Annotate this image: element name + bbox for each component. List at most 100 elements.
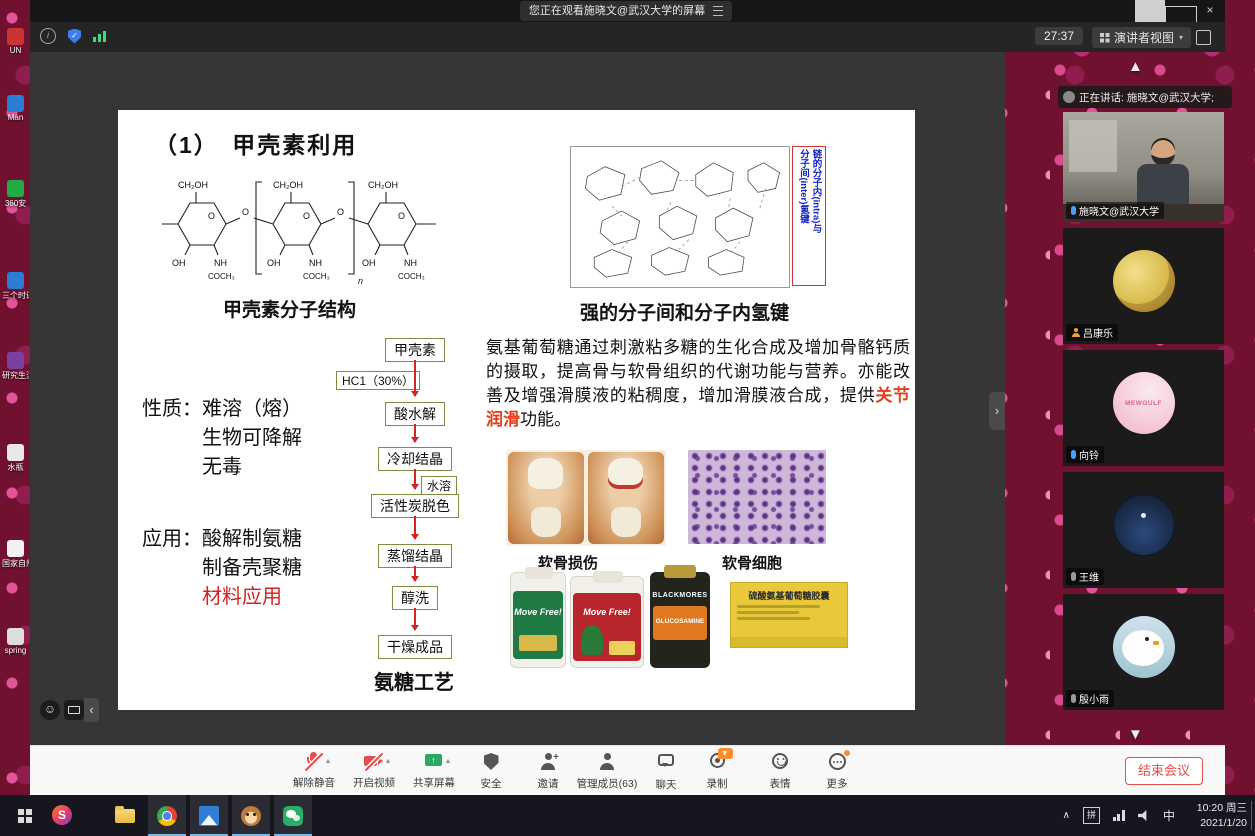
participant-tile[interactable]: 王维	[1063, 472, 1224, 588]
desktop-icon-glyph	[7, 540, 24, 557]
show-desktop-button[interactable]	[1251, 801, 1255, 830]
meeting-toolbar-top: i ✓ 27:37 演讲者视图 ▾	[30, 22, 1225, 52]
view-mode-label: 演讲者视图	[1114, 29, 1174, 46]
desktop-icon[interactable]: 国家自然	[2, 540, 29, 569]
reactions-label: 表情	[758, 776, 802, 791]
hbond-vertical-text-2: 分子间(inter)氢键	[798, 149, 808, 283]
taskbar-file-explorer[interactable]	[106, 795, 144, 836]
volume-icon[interactable]	[1138, 810, 1150, 821]
svg-text:CH₂OH: CH₂OH	[368, 180, 398, 190]
manage-members-button[interactable]: 管理成员(63)	[568, 752, 646, 791]
minimize-button[interactable]	[1135, 0, 1165, 22]
svg-text:COCH₃: COCH₃	[303, 272, 330, 281]
chevron-up-icon[interactable]: ▴	[326, 756, 330, 765]
network-signal-icon[interactable]	[93, 30, 106, 42]
share-screen-button[interactable]: ↑▴ 共享屏幕	[404, 752, 464, 790]
desktop-icon-glyph	[7, 628, 24, 645]
glucosamine-text: GLUCOSAMINE	[653, 618, 707, 625]
more-dots-icon	[829, 753, 846, 770]
knee-damaged-illustration	[588, 452, 664, 544]
security-shield-icon[interactable]: ✓	[68, 29, 81, 44]
chevron-up-icon[interactable]: ▴	[386, 756, 390, 765]
reactions-button[interactable]: 表情	[758, 752, 802, 791]
applications-line3: 材料应用	[202, 580, 282, 609]
start-button[interactable]	[0, 795, 44, 836]
properties-line1: 性质：难溶（熔）	[142, 392, 302, 421]
end-meeting-button[interactable]: 结束会议	[1125, 757, 1203, 785]
person-icon	[599, 753, 615, 771]
flow-arrow	[414, 360, 416, 396]
participant-tile[interactable]: MEWGULF 向铃	[1063, 350, 1224, 466]
taskbar-wechat[interactable]	[274, 795, 312, 836]
menu-icon[interactable]	[713, 6, 723, 16]
speaker-head	[1151, 140, 1175, 166]
taskbar-chrome[interactable]	[148, 795, 186, 836]
flow-step: 干燥成品	[378, 635, 452, 659]
maximize-button[interactable]	[1165, 0, 1195, 22]
participant-tile[interactable]: 殷小雨	[1063, 594, 1224, 710]
desktop-icon[interactable]: 研究生注	[2, 352, 29, 381]
participant-tile[interactable]: 吕康乐	[1063, 228, 1224, 344]
avatar	[1113, 250, 1175, 312]
panel-toggle-chevron[interactable]: ›	[989, 392, 1005, 430]
applications-line2: 制备壳聚糖	[202, 551, 302, 580]
view-mode-button[interactable]: 演讲者视图 ▾	[1092, 27, 1191, 48]
desktop-icon-label: 水瓶	[2, 462, 29, 473]
flow-solvent: 水溶	[421, 476, 457, 495]
bottle-label: Move Free!	[573, 593, 641, 661]
desktop-icon[interactable]: Man	[2, 95, 29, 122]
participant-name: 施晓文@武汉大学	[1079, 203, 1159, 218]
collapse-left-chevron[interactable]: ‹	[84, 698, 99, 722]
shared-screen-area: （1） 甲壳素利用	[30, 52, 1005, 745]
participant-name: 向铃	[1079, 447, 1099, 462]
network-icon[interactable]	[1113, 810, 1125, 821]
keyboard-icon[interactable]	[64, 700, 84, 720]
close-button[interactable]: ×	[1195, 0, 1225, 22]
name-chip: 王维	[1066, 568, 1104, 585]
invite-button[interactable]: + 邀请	[526, 752, 570, 791]
clock-time: 10:20 周三	[1197, 801, 1247, 816]
svg-text:O: O	[303, 211, 310, 221]
label-band	[609, 641, 635, 655]
more-button[interactable]: 更多	[815, 752, 859, 791]
lattice-drawing	[571, 147, 789, 285]
flow-step: 酸水解	[385, 402, 445, 426]
desktop-icon[interactable]: spring	[2, 628, 29, 655]
taskbar-clock[interactable]: 10:20 周三 2021/1/20	[1197, 801, 1247, 831]
info-icon[interactable]: i	[40, 28, 56, 44]
sogou-icon[interactable]: S	[52, 805, 72, 825]
desktop-icon[interactable]: 水瓶	[2, 444, 29, 473]
tray-expand-icon[interactable]: ∧	[1063, 810, 1070, 821]
manage-members-label: 管理成员(63)	[568, 776, 646, 791]
desktop-icon-label: 研究生注	[2, 370, 29, 381]
scroll-down-arrow[interactable]: ▼	[1128, 726, 1143, 743]
record-button[interactable]: 录制	[695, 752, 739, 791]
desktop-icon[interactable]: 360安	[2, 180, 29, 209]
fullscreen-icon[interactable]	[1196, 30, 1211, 45]
taskbar-tim[interactable]	[232, 795, 270, 836]
flow-step: 甲壳素	[385, 338, 445, 362]
main-video-tile[interactable]: 施晓文@武汉大学	[1063, 112, 1224, 222]
taskbar-photos[interactable]	[190, 795, 228, 836]
chat-button[interactable]: 聊天	[644, 752, 688, 792]
start-video-button[interactable]: ▴ 开启视频	[344, 752, 404, 790]
input-language[interactable]: 中	[1163, 807, 1175, 824]
unmute-button[interactable]: ▴ 解除静音	[284, 752, 344, 790]
scroll-up-arrow[interactable]: ▲	[1128, 58, 1143, 75]
desktop: UN Man 360安 三个时评 研究生注 水瓶 国家自然 spring 您正在…	[0, 0, 1255, 836]
speaker-avatar	[1063, 91, 1075, 103]
start-video-label: 开启视频	[344, 775, 404, 790]
blackmores-bottle: BLACKMORES GLUCOSAMINE	[650, 572, 710, 668]
desktop-icon-glyph	[7, 444, 24, 461]
desktop-icon[interactable]: UN	[2, 28, 29, 55]
movefree-logo: Move Free!	[573, 607, 641, 617]
flow-step: 醇洗	[392, 586, 438, 610]
chevron-up-icon[interactable]: ▴	[446, 756, 450, 765]
properties-line3: 无毒	[202, 450, 242, 479]
desktop-icon[interactable]: 三个时评	[2, 272, 29, 301]
mic-icon	[1071, 206, 1076, 215]
reaction-smiley-icon[interactable]: ☺	[40, 700, 60, 720]
security-button[interactable]: 安全	[469, 752, 513, 791]
pinyin-input-icon[interactable]: 拼	[1083, 807, 1100, 824]
chrome-icon	[157, 806, 177, 826]
